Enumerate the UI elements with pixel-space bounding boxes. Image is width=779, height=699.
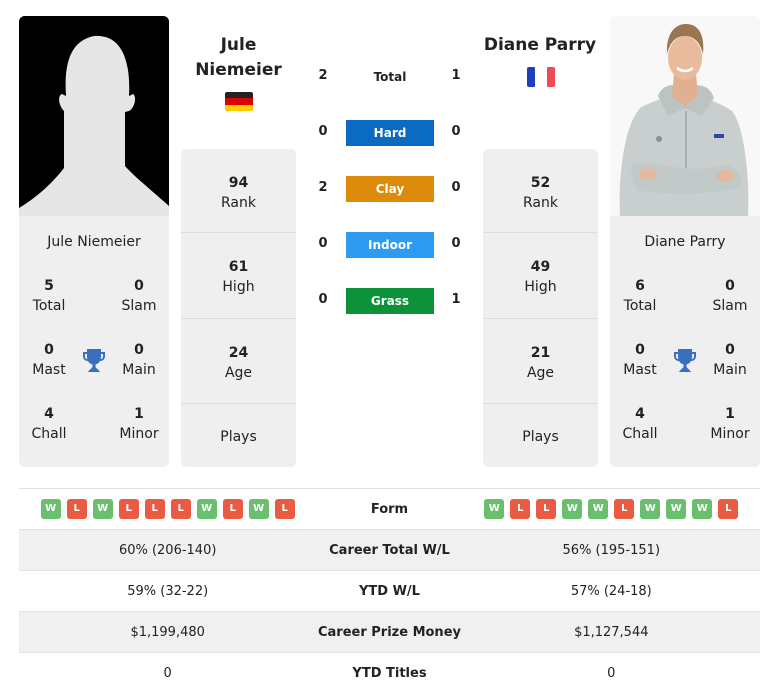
player1-h2h-indoor: 0: [318, 236, 328, 251]
prize-money-label: Career Prize Money: [316, 611, 463, 653]
player1-photo[interactable]: [19, 16, 169, 216]
career-wl-row: 60% (206-140) Career Total W/L 56% (195-…: [19, 529, 760, 571]
ytd-titles-row: 0 YTD Titles 0: [19, 652, 760, 693]
player2-photo[interactable]: [610, 16, 760, 216]
player1-prize-money: $1,199,480: [19, 611, 317, 653]
trophy-icon: [83, 349, 105, 372]
player2-total-titles: 6 Total: [623, 278, 657, 314]
silhouette-icon: [19, 16, 169, 216]
player2-age: 21 Age: [483, 319, 598, 404]
player1-h2h-total: 2: [318, 68, 328, 83]
player2-form-badges: WLLWWLWWWL: [481, 499, 741, 519]
player2-header-name[interactable]: Diane Parry: [470, 33, 610, 58]
player2-rank: 52 Rank: [483, 149, 598, 233]
player1-card: Jule Niemeier 5 Total 0 Slam 0 Mast 0 Ma…: [19, 16, 169, 467]
player1-chall-titles: 4 Chall: [31, 406, 67, 442]
ytd-wl-label: YTD W/L: [316, 570, 463, 612]
form-row: WLWLLLWLWL Form WLLWWLWWWL: [19, 488, 760, 530]
form-loss-badge[interactable]: L: [274, 499, 295, 519]
player1-plays: Plays: [220, 429, 257, 445]
player2-name[interactable]: Diane Parry: [610, 234, 760, 250]
player1-h2h-hard: 0: [318, 124, 328, 139]
form-win-badge[interactable]: W: [562, 499, 583, 519]
player1-header-name[interactable]: Jule Niemeier: [181, 33, 296, 83]
player2-mast-titles: 0 Mast: [623, 342, 657, 378]
player-portrait-icon: [610, 16, 760, 216]
player1-total-titles: 5 Total: [32, 278, 66, 314]
form-win-badge[interactable]: W: [248, 499, 269, 519]
player1-stats: 94 Rank 61 High 24 Age Plays: [181, 149, 296, 467]
player1-mast-titles: 0 Mast: [32, 342, 66, 378]
surface-indoor[interactable]: Indoor: [346, 232, 434, 258]
form-win-badge[interactable]: W: [588, 499, 609, 519]
surface-clay[interactable]: Clay: [346, 176, 434, 202]
player1-h2h-clay: 2: [318, 180, 328, 195]
form-loss-badge[interactable]: L: [536, 499, 557, 519]
player2-minor-titles: 1 Minor: [710, 406, 750, 442]
comparison-table: WLWLLLWLWL Form WLLWWLWWWL 60% (206-140)…: [19, 488, 760, 693]
ytd-wl-row: 59% (32-22) YTD W/L 57% (24-18): [19, 570, 760, 612]
player1-rank: 94 Rank: [181, 149, 296, 233]
player1-form: WLWLLLWLWL: [19, 488, 317, 530]
player2-plays: Plays: [522, 429, 559, 445]
form-loss-badge[interactable]: L: [510, 499, 531, 519]
surface-grass[interactable]: Grass: [346, 288, 434, 314]
ytd-titles-label: YTD Titles: [316, 652, 463, 693]
form-loss-badge[interactable]: L: [614, 499, 635, 519]
form-win-badge[interactable]: W: [92, 499, 113, 519]
form-win-badge[interactable]: W: [666, 499, 687, 519]
player2-chall-titles: 4 Chall: [622, 406, 658, 442]
form-win-badge[interactable]: W: [484, 499, 505, 519]
player2-prize-money: $1,127,544: [462, 611, 760, 653]
trophy-icon: [674, 349, 696, 372]
player2-h2h-indoor: 0: [451, 236, 461, 251]
h2h-total-label: Total: [373, 70, 407, 84]
player2-stats: 52 Rank 49 High 21 Age Plays: [483, 149, 598, 467]
germany-flag-icon: [225, 92, 253, 111]
player2-h2h-clay: 0: [451, 180, 461, 195]
player2-ytd-titles: 0: [462, 652, 760, 693]
career-wl-label: Career Total W/L: [316, 529, 463, 571]
player1-minor-titles: 1 Minor: [119, 406, 159, 442]
player2-card: Diane Parry 6 Total 0 Slam 0 Mast 0 Main…: [610, 16, 760, 467]
player1-ytd-titles: 0: [19, 652, 317, 693]
player2-h2h-hard: 0: [451, 124, 461, 139]
form-win-badge[interactable]: W: [196, 499, 217, 519]
player2-ytd-wl: 57% (24-18): [462, 570, 760, 612]
player2-h2h-total: 1: [451, 68, 461, 83]
form-loss-badge[interactable]: L: [718, 499, 739, 519]
form-loss-badge[interactable]: L: [170, 499, 191, 519]
form-win-badge[interactable]: W: [640, 499, 661, 519]
form-loss-badge[interactable]: L: [118, 499, 139, 519]
player2-h2h-grass: 1: [451, 292, 461, 307]
player1-h2h-grass: 0: [318, 292, 328, 307]
player2-form: WLLWWLWWWL: [462, 488, 760, 530]
player2-high: 49 High: [483, 233, 598, 319]
form-win-badge[interactable]: W: [692, 499, 713, 519]
player2-career-wl: 56% (195-151): [462, 529, 760, 571]
france-flag-icon: [527, 67, 555, 87]
form-loss-badge[interactable]: L: [66, 499, 87, 519]
player2-slam-titles: 0 Slam: [712, 278, 748, 314]
player1-main-titles: 0 Main: [122, 342, 156, 378]
form-loss-badge[interactable]: L: [222, 499, 243, 519]
player1-slam-titles: 0 Slam: [121, 278, 157, 314]
player1-career-wl: 60% (206-140): [19, 529, 317, 571]
player1-name[interactable]: Jule Niemeier: [19, 234, 169, 250]
player1-ytd-wl: 59% (32-22): [19, 570, 317, 612]
prize-money-row: $1,199,480 Career Prize Money $1,127,544: [19, 611, 760, 653]
player2-main-titles: 0 Main: [713, 342, 747, 378]
form-label: Form: [316, 488, 463, 530]
player1-high: 61 High: [181, 233, 296, 319]
player1-age: 24 Age: [181, 319, 296, 404]
form-loss-badge[interactable]: L: [144, 499, 165, 519]
player1-form-badges: WLWLLLWLWL: [38, 499, 298, 519]
form-win-badge[interactable]: W: [40, 499, 61, 519]
surface-hard[interactable]: Hard: [346, 120, 434, 146]
